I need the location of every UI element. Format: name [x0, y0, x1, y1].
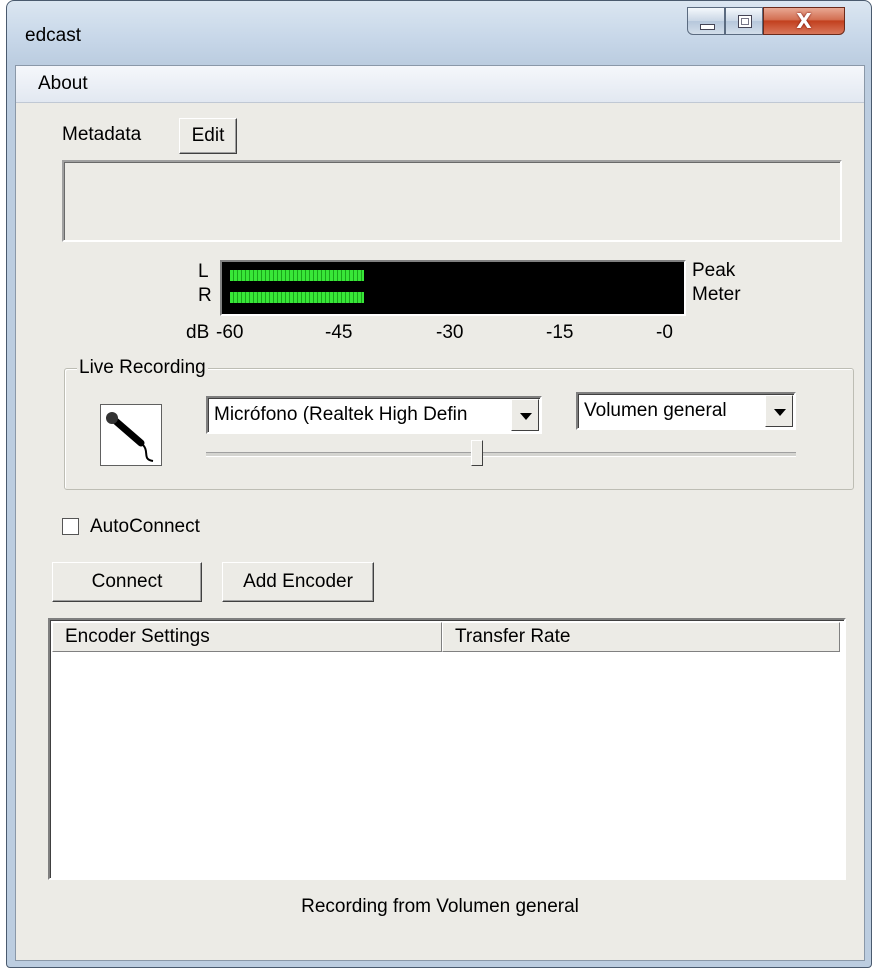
microphone-icon — [100, 404, 162, 466]
app-window: edcast X About Metadata Edit L R Peak Me… — [6, 0, 872, 968]
column-header-transfer-rate[interactable]: Transfer Rate — [442, 622, 840, 652]
status-text: Recording from Volumen general — [301, 896, 579, 917]
minimize-icon — [700, 24, 715, 30]
maximize-button[interactable] — [725, 7, 763, 35]
minimize-button[interactable] — [687, 7, 725, 35]
window-title: edcast — [25, 25, 81, 46]
input-line-value: Volumen general — [584, 400, 727, 421]
live-recording-legend: Live Recording — [77, 357, 208, 379]
input-line-select[interactable]: Volumen general — [576, 392, 796, 430]
meter-right-label: R — [198, 285, 212, 306]
peak-meter-title-1: Peak — [692, 260, 736, 281]
chevron-down-icon[interactable] — [765, 395, 793, 427]
close-icon: X — [796, 9, 812, 33]
peak-meter-title-2: Meter — [692, 284, 741, 305]
client-area: About Metadata Edit L R Peak Meter dB -6… — [15, 65, 865, 961]
input-device-value: Micrófono (Realtek High Defin — [214, 404, 468, 425]
scale-tick: -0 — [656, 322, 673, 343]
menu-bar: About — [16, 66, 864, 103]
title-bar[interactable]: edcast X — [7, 1, 871, 65]
column-header-encoder-settings[interactable]: Encoder Settings — [52, 622, 442, 652]
scale-tick: -60 — [216, 322, 244, 343]
edit-metadata-button[interactable]: Edit — [179, 118, 237, 154]
encoder-list[interactable]: Encoder Settings Transfer Rate — [48, 618, 846, 880]
meter-left-label: L — [198, 261, 209, 282]
scale-tick: -15 — [546, 322, 574, 343]
scale-tick: -45 — [325, 322, 353, 343]
close-button[interactable]: X — [763, 7, 845, 35]
connect-button[interactable]: Connect — [52, 562, 202, 602]
scale-tick: -30 — [436, 322, 464, 343]
meter-right-bar — [230, 292, 364, 303]
volume-slider-thumb[interactable] — [471, 440, 483, 466]
metadata-label: Metadata — [62, 124, 142, 145]
metadata-display — [62, 160, 842, 242]
autoconnect-checkbox[interactable] — [62, 518, 79, 535]
maximize-icon — [738, 15, 752, 28]
menu-about[interactable]: About — [38, 73, 88, 95]
add-encoder-button[interactable]: Add Encoder — [222, 562, 374, 602]
input-device-select[interactable]: Micrófono (Realtek High Defin — [206, 396, 542, 434]
chevron-down-icon[interactable] — [511, 399, 539, 431]
volume-slider-track[interactable] — [206, 452, 796, 457]
meter-left-bar — [230, 270, 364, 281]
db-label: dB — [186, 322, 210, 343]
autoconnect-label[interactable]: AutoConnect — [90, 516, 200, 538]
peak-meter — [220, 260, 686, 316]
